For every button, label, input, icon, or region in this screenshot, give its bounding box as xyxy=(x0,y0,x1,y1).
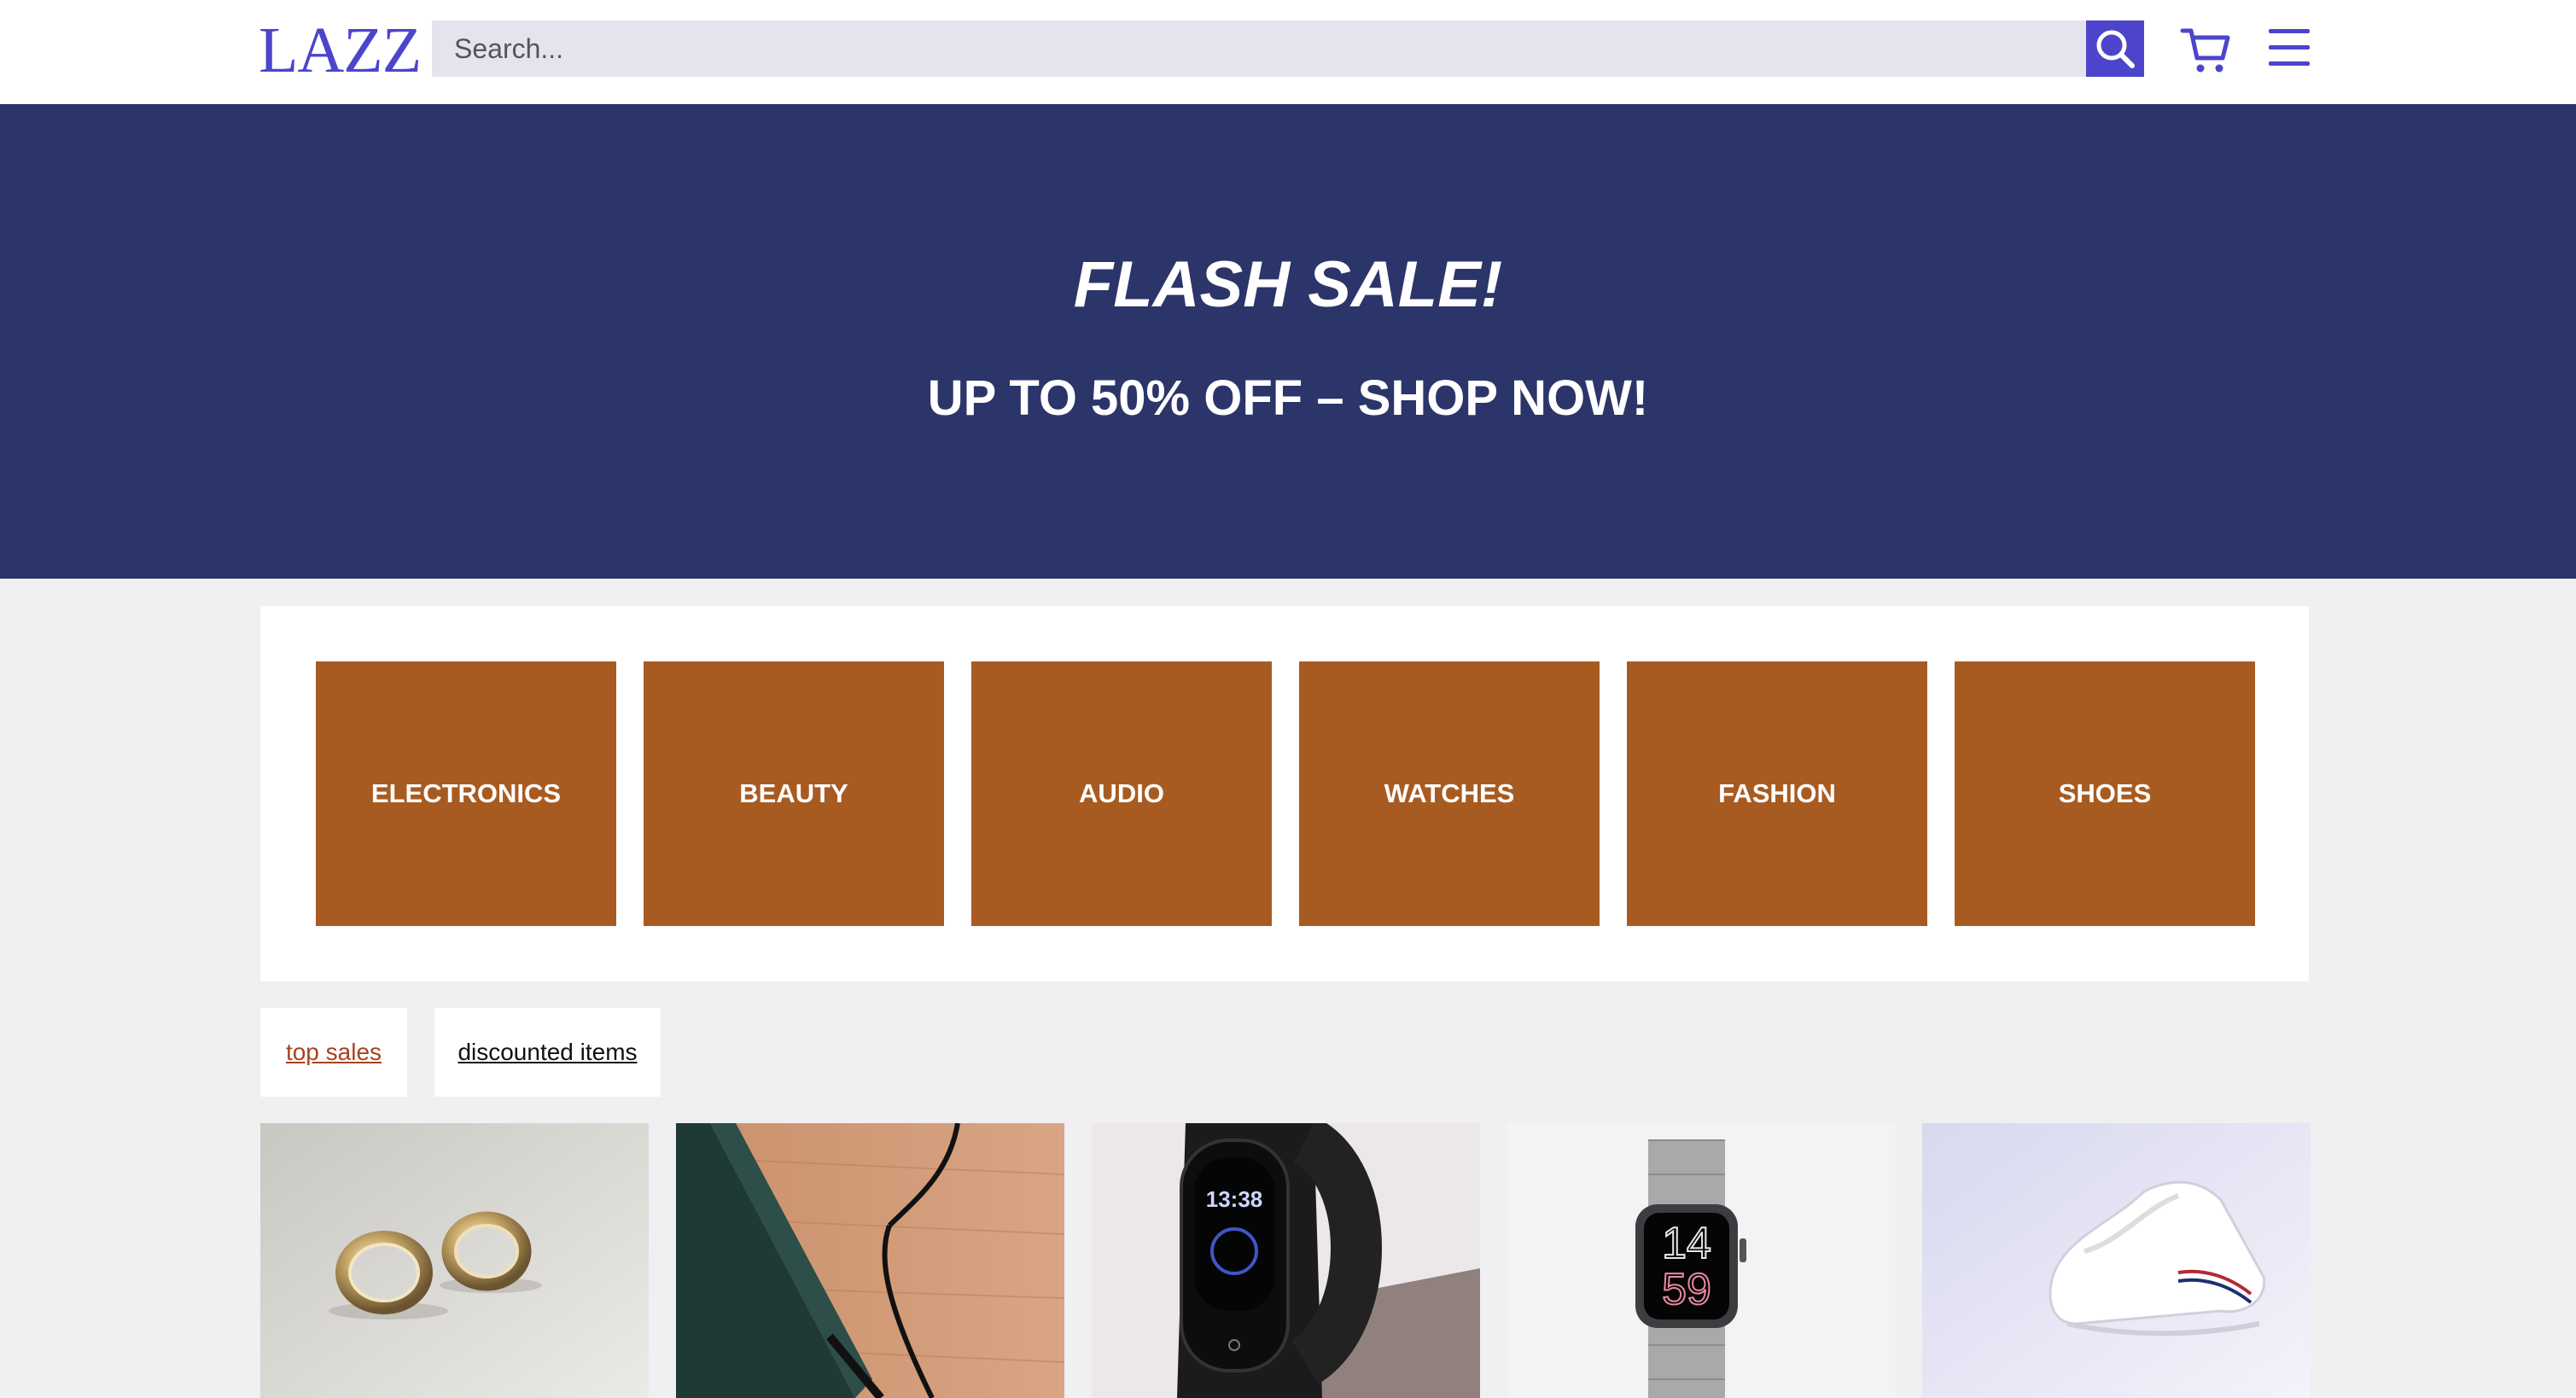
category-shoes[interactable]: SHOES xyxy=(1955,661,2255,926)
banner-title: FLASH SALE! xyxy=(1073,248,1503,321)
search-icon xyxy=(2096,30,2135,68)
product-card-phone[interactable] xyxy=(676,1123,1064,1398)
watch-minute-text: 59 xyxy=(1662,1265,1711,1314)
logo[interactable]: LAZZ xyxy=(259,12,422,89)
product-image-smartwatch: 14 59 xyxy=(1507,1123,1896,1398)
product-card-fitness-band[interactable]: 13:38 xyxy=(1092,1123,1480,1398)
search-button[interactable] xyxy=(2086,20,2144,77)
top-header: LAZZ xyxy=(0,0,2576,104)
category-label: SHOES xyxy=(2058,778,2152,808)
tab-discounted-items[interactable]: discounted items xyxy=(434,1008,661,1097)
band-time-text: 13:38 xyxy=(1206,1186,1263,1212)
category-label: AUDIO xyxy=(1079,778,1164,808)
product-image-sneakers xyxy=(1922,1123,2311,1398)
category-label: BEAUTY xyxy=(739,778,848,808)
page: LAZZ FLASH SALE! UP TO 50% OFF – SHOP NO… xyxy=(0,0,2576,1398)
product-image-phone xyxy=(676,1123,1064,1398)
category-label: WATCHES xyxy=(1384,778,1515,808)
cart-icon[interactable] xyxy=(2180,24,2233,75)
category-label: FASHION xyxy=(1718,778,1836,808)
product-image-fitness-band: 13:38 xyxy=(1092,1123,1480,1398)
product-card-sneakers[interactable] xyxy=(1922,1123,2311,1398)
category-label: ELECTRONICS xyxy=(370,778,562,808)
category-grid: ELECTRONICS BEAUTY AUDIO WATCHES FASHION… xyxy=(260,606,2309,982)
hamburger-menu-icon[interactable] xyxy=(2267,26,2311,70)
category-electronics[interactable]: ELECTRONICS xyxy=(316,661,616,926)
product-image-earrings xyxy=(260,1123,649,1398)
category-audio[interactable]: AUDIO xyxy=(971,661,1272,926)
category-fashion[interactable]: FASHION xyxy=(1627,661,1927,926)
category-watches[interactable]: WATCHES xyxy=(1299,661,1600,926)
tab-top-sales[interactable]: top sales xyxy=(260,1008,407,1097)
banner-subtitle: UP TO 50% OFF – SHOP NOW! xyxy=(927,370,1649,426)
product-card-earrings[interactable] xyxy=(260,1123,649,1398)
category-beauty[interactable]: BEAUTY xyxy=(644,661,944,926)
product-card-smartwatch[interactable]: 14 59 xyxy=(1507,1123,1896,1398)
watch-hour-text: 14 xyxy=(1662,1219,1711,1268)
promo-banner[interactable]: FLASH SALE! UP TO 50% OFF – SHOP NOW! xyxy=(0,104,2576,579)
search-input[interactable] xyxy=(432,20,2086,77)
